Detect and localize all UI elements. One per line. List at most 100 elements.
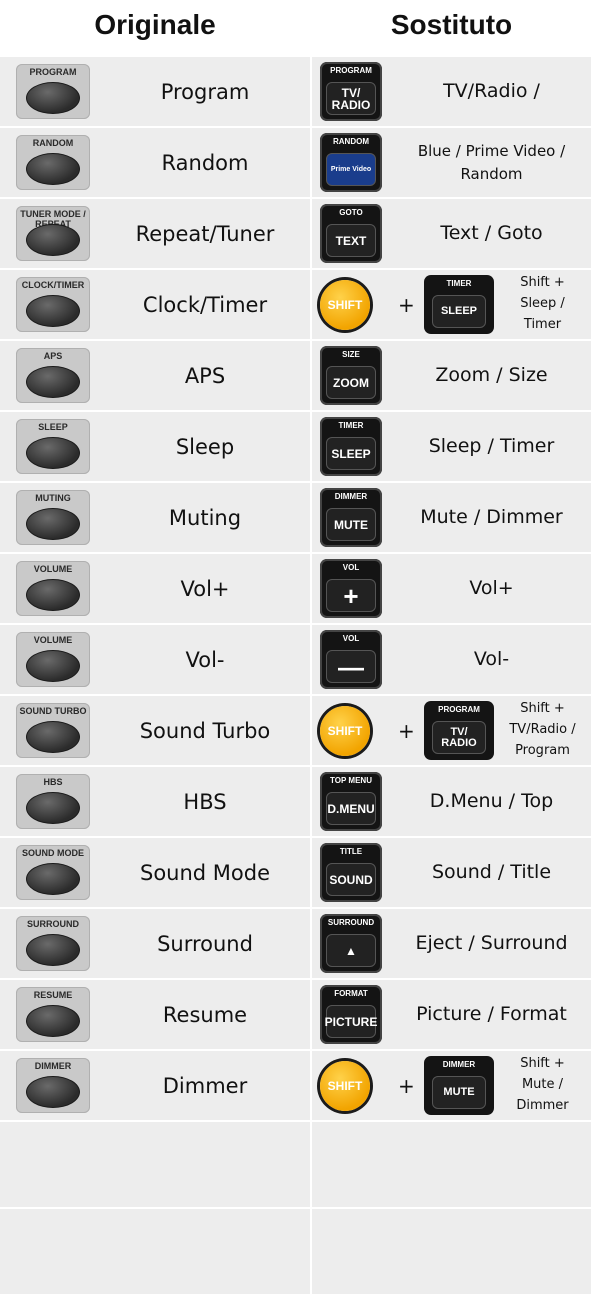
mapping-table: PROGRAM Program PROGRAM TV/ RADIO TV/Rad… <box>0 57 591 1296</box>
original-button-image: DIMMER <box>16 1058 90 1113</box>
replacement-label: Vol- <box>473 648 510 671</box>
replacement-label: D.Menu / Top <box>429 790 554 813</box>
replacement-button-face: PICTURE <box>325 1005 377 1038</box>
original-label: APS <box>184 363 226 388</box>
replacement-label: Blue / Prime Video / Random <box>417 142 566 183</box>
original-button-caption: APS <box>43 351 63 361</box>
replacement-button-image: RANDOM Prime Video <box>320 133 382 192</box>
original-label: HBS <box>183 789 227 814</box>
original-button-caption: PROGRAM <box>29 67 77 77</box>
table-row: MUTING Muting DIMMER MUTE Mute / Dimmer <box>0 483 591 552</box>
replacement-button-image: TIMER SLEEP <box>320 417 382 476</box>
replacement-cell: SHIFT + TIMER SLEEP Shift + Sleep / Time… <box>312 270 591 339</box>
empty-cell <box>0 1122 310 1207</box>
original-cell: MUTING Muting <box>0 483 310 552</box>
replacement-button-caption: RANDOM <box>333 137 369 146</box>
column-header-original: Originale <box>94 9 216 40</box>
original-label: Surround <box>157 931 253 956</box>
replacement-button-caption: DIMMER <box>334 492 368 501</box>
replacement-cell: SHIFT + DIMMER MUTE Shift + Mute / Dimme… <box>312 1051 591 1120</box>
original-button-image: CLOCK/TIMER <box>16 277 90 332</box>
empty-row <box>0 1209 591 1294</box>
replacement-cell: GOTO TEXT Text / Goto <box>312 199 591 268</box>
replacement-cell: TOP MENU D.MENU D.Menu / Top <box>312 767 591 836</box>
replacement-button-image: DIMMER MUTE <box>320 488 382 547</box>
original-cell: SLEEP Sleep <box>0 412 310 481</box>
replacement-label: Zoom / Size <box>435 364 548 387</box>
plus-sign: + <box>398 292 415 317</box>
table-row: CLOCK/TIMER Clock/Timer SHIFT + TIMER SL… <box>0 270 591 339</box>
button-knob <box>26 508 80 540</box>
original-button-image: SOUND TURBO <box>16 703 90 758</box>
replacement-button-image: TITLE SOUND <box>320 843 382 902</box>
replacement-button-image: SIZE ZOOM <box>320 346 382 405</box>
button-knob <box>26 792 80 824</box>
original-button-image: SOUND MODE <box>16 845 90 900</box>
replacement-button-caption: DIMMER <box>442 1060 476 1069</box>
replacement-button-face: MUTE <box>432 1076 486 1109</box>
table-row: SOUND MODE Sound Mode TITLE SOUND Sound … <box>0 838 591 907</box>
replacement-button-caption: FORMAT <box>334 989 368 998</box>
replacement-label: Sound / Title <box>431 861 552 884</box>
button-knob <box>26 437 80 469</box>
replacement-button-face: D.MENU <box>326 792 376 825</box>
shift-button-image: SHIFT <box>320 706 370 756</box>
button-knob <box>26 366 80 398</box>
replacement-button-image: PROGRAM TV/ RADIO <box>424 701 494 760</box>
original-cell: HBS HBS <box>0 767 310 836</box>
original-button-caption: HBS <box>43 777 63 787</box>
page: Originale Sostituto PROGRAM Program PROG… <box>0 0 591 1311</box>
shift-button-image: SHIFT <box>320 1061 370 1111</box>
replacement-cell: VOL + Vol+ <box>312 554 591 623</box>
original-cell: APS APS <box>0 341 310 410</box>
replacement-button-face: Prime Video <box>326 153 376 186</box>
replacement-cell: VOL — Vol- <box>312 625 591 694</box>
original-cell: PROGRAM Program <box>0 57 310 126</box>
original-label: Vol+ <box>180 576 230 601</box>
original-button-image: SLEEP <box>16 419 90 474</box>
original-label: Muting <box>168 505 242 530</box>
replacement-button-image: PROGRAM TV/ RADIO <box>320 62 382 121</box>
table-row: PROGRAM Program PROGRAM TV/ RADIO TV/Rad… <box>0 57 591 126</box>
button-knob <box>26 579 80 611</box>
original-button-caption: SURROUND <box>26 919 79 929</box>
replacement-label: Shift + Mute / Dimmer <box>516 1056 569 1113</box>
button-knob <box>26 153 80 185</box>
original-label: Clock/Timer <box>142 292 268 317</box>
original-cell: VOLUME Vol- <box>0 625 310 694</box>
replacement-button-face: — <box>326 650 376 683</box>
replacement-label: Shift + TV/Radio / Program <box>509 701 576 758</box>
original-button-image: APS <box>16 348 90 403</box>
original-cell: RANDOM Random <box>0 128 310 197</box>
replacement-button-caption: TIMER <box>338 421 364 430</box>
replacement-button-image: DIMMER MUTE <box>424 1056 494 1115</box>
column-header-replacement: Sostituto <box>390 9 513 40</box>
original-button-caption: VOLUME <box>33 564 73 574</box>
original-button-image: PROGRAM <box>16 64 90 119</box>
button-knob <box>26 863 80 895</box>
empty-cell <box>312 1122 591 1207</box>
original-cell: DIMMER Dimmer <box>0 1051 310 1120</box>
table-row: HBS HBS TOP MENU D.MENU D.Menu / Top <box>0 767 591 836</box>
replacement-button-caption: TITLE <box>339 847 363 856</box>
replacement-label: Text / Goto <box>440 222 543 245</box>
replacement-button-caption: TOP MENU <box>330 776 372 785</box>
replacement-button-face: SLEEP <box>326 437 376 470</box>
button-knob <box>26 224 80 256</box>
replacement-button-caption: PROGRAM <box>330 66 372 75</box>
original-label: Sleep <box>175 434 235 459</box>
replacement-cell: PROGRAM TV/ RADIO TV/Radio / <box>312 57 591 126</box>
table-row: VOLUME Vol- VOL — Vol- <box>0 625 591 694</box>
replacement-button-caption: VOL <box>342 634 360 643</box>
button-knob <box>26 934 80 966</box>
original-button-caption: RANDOM <box>32 138 74 148</box>
original-button-caption: SOUND MODE <box>21 848 84 858</box>
empty-cell <box>312 1209 591 1294</box>
replacement-label: Sleep / Timer <box>428 435 555 458</box>
button-knob <box>26 295 80 327</box>
button-knob <box>26 82 80 114</box>
plus-sign: + <box>398 1073 415 1098</box>
table-row: RANDOM Random RANDOM Prime Video Blue / … <box>0 128 591 197</box>
replacement-button-caption: VOL <box>342 563 360 572</box>
replacement-button-face: ZOOM <box>326 366 376 399</box>
